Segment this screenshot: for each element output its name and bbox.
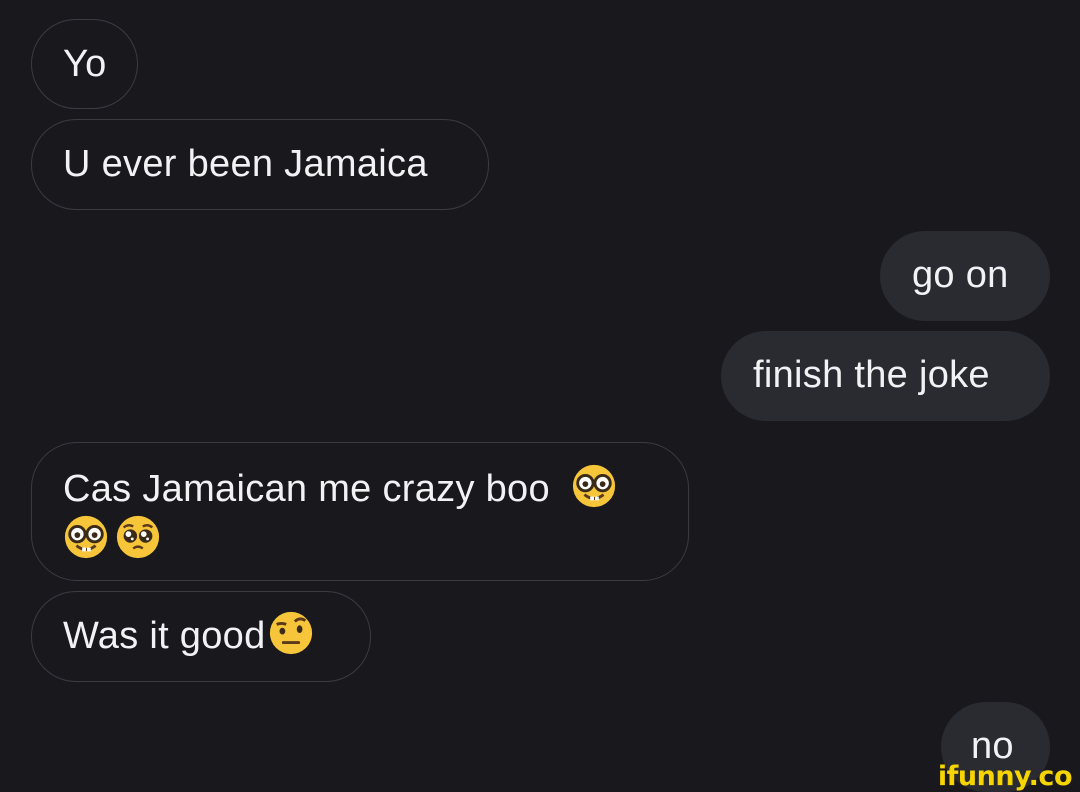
message-text: Was it good — [63, 615, 266, 657]
incoming-message-bubble[interactable]: Cas Jamaican me crazy boo — [31, 442, 689, 581]
face-with-raised-eyebrow-emoji-icon — [269, 611, 312, 655]
message-text: Yo — [63, 43, 107, 85]
nerd-face-emoji-icon — [64, 515, 108, 559]
incoming-message-bubble[interactable]: Yo — [31, 19, 138, 109]
pleading-face-emoji-icon — [116, 515, 160, 559]
incoming-message-bubble[interactable]: U ever been Jamaica — [31, 119, 489, 210]
message-text: go on — [912, 254, 1009, 296]
nerd-face-emoji-icon — [572, 464, 615, 508]
message-text: Cas Jamaican me crazy boo — [63, 468, 550, 510]
message-text: finish the joke — [753, 354, 990, 396]
chat-thread[interactable]: Yo U ever been Jamaica go on finish the … — [0, 0, 1080, 792]
outgoing-message-bubble[interactable]: finish the joke — [721, 331, 1050, 421]
incoming-message-bubble[interactable]: Was it good — [31, 591, 371, 682]
message-text: U ever been Jamaica — [63, 143, 428, 185]
outgoing-message-bubble[interactable]: go on — [880, 231, 1050, 321]
ifunny-watermark: ifunny.co — [937, 761, 1073, 792]
